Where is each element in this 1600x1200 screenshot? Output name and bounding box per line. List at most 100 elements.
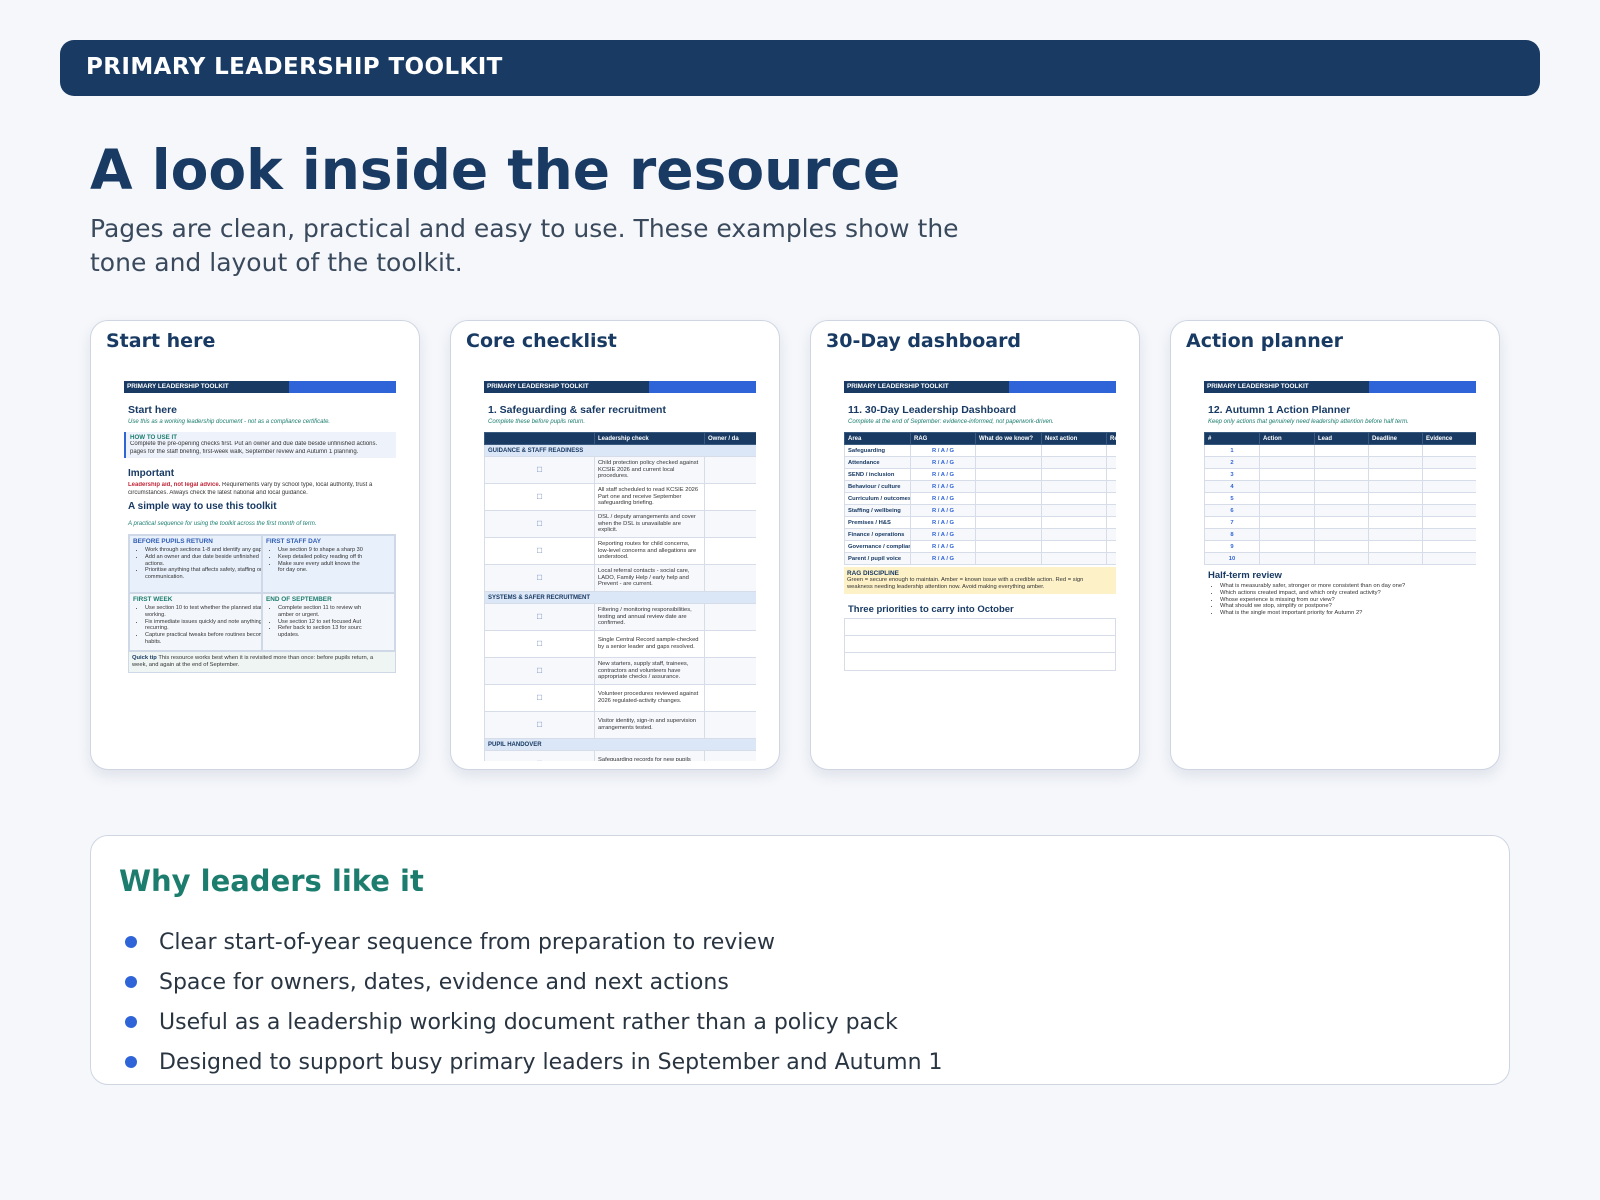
howto-box: HOW TO USE IT Complete the pre-opening c… [124,432,396,458]
planner-cell [1368,444,1423,457]
extra-cell [1106,540,1116,553]
preview-card-start-here[interactable]: Start here PRIMARY LEADERSHIP TOOLKIT St… [90,320,420,770]
block-title: FIRST WEEK [133,596,173,603]
rag-cell: R / A / G [910,528,976,541]
dashboard-table: Area RAG What do we know? Next action Re… [844,432,1116,565]
block-item: amber or urgent. [278,611,320,618]
priority-line [845,636,1115,653]
howto-line: pages for the staff briefing, first-week… [130,448,359,455]
next-action-cell [1041,468,1107,481]
benefit-item: Useful as a leadership working document … [125,1002,943,1042]
area-label: Staffing / wellbeing [844,504,911,517]
planner-cell [1259,456,1315,469]
doc-header-bar: PRIMARY LEADERSHIP TOOLKIT [844,381,1116,393]
planner-cell [1422,528,1476,541]
planner-cell [1368,516,1423,529]
review-item: Whose experience is missing from our vie… [1220,597,1476,604]
table-row: 2 [1204,456,1476,469]
doc-header-label: PRIMARY LEADERSHIP TOOLKIT [484,381,649,393]
area-label: SEND / inclusion [844,468,911,481]
block-item: Use section 10 to test whether the plann… [145,605,261,612]
doc-header-bar: PRIMARY LEADERSHIP TOOLKIT [1204,381,1476,393]
table-row: 7 [1204,516,1476,529]
planner-cell [1259,552,1315,565]
planner-cell [1422,480,1476,493]
block-title: FIRST STAFF DAY [266,538,322,545]
rag-cell: R / A / G [910,492,976,505]
bullet-dot-icon [125,936,137,948]
block-item: updates. [278,632,300,639]
doc-heading: 1. Safeguarding & safer recruitment [488,404,666,416]
owner-cell [704,603,756,631]
extra-cell [1106,456,1116,469]
row-number: 10 [1204,552,1260,565]
row-number: 6 [1204,504,1260,517]
table-row: 6 [1204,504,1476,517]
preview-card-dashboard[interactable]: 30-Day dashboard PRIMARY LEADERSHIP TOOL… [810,320,1140,770]
preview-card-core-checklist[interactable]: Core checklist PRIMARY LEADERSHIP TOOLKI… [450,320,780,770]
doc-subtitle: Use this as a working leadership documen… [128,419,331,425]
area-label: Parent / pupil voice [844,552,911,565]
extra-cell [1106,516,1116,529]
owner-cell [704,630,756,658]
table-row: ☐ Visitor identity, sign-in and supervisi… [484,711,756,739]
doc-heading: 11. 30-Day Leadership Dashboard [848,404,1017,416]
doc-header-label: PRIMARY LEADERSHIP TOOLKIT [124,381,289,393]
checkbox-icon: ☐ [484,657,595,685]
check-text: Single Central Record sample-checked by … [594,630,705,658]
planner-cell [1259,480,1315,493]
owner-cell [704,684,756,712]
benefit-item: Space for owners, dates, evidence and ne… [125,962,943,1002]
checklist-body: GUIDANCE & STAFF READINESS ☐ Child protect… [484,444,756,761]
important-text: Requirements vary by school type, local … [220,482,373,488]
page-title: A look inside the resource [90,138,901,202]
table-row: 10 [1204,552,1476,565]
area-label: Attendance [844,456,911,469]
column-header: What do we know? [975,432,1042,445]
checkbox-icon: ☐ [484,684,595,712]
priorities-title: Three priorities to carry into October [848,604,1014,615]
extra-cell [1106,504,1116,517]
page-intro: Pages are clean, practical and easy to u… [90,214,959,277]
row-number: 3 [1204,468,1260,481]
table-row: ☐ Single Central Record sample-checked by… [484,630,756,658]
bullet-dot-icon [125,1016,137,1028]
known-cell [975,516,1042,529]
known-cell [975,552,1042,565]
important-line: Leadership aid, not legal advice. Requir… [128,482,396,490]
table-row: 9 [1204,540,1476,553]
preview-card-action-planner[interactable]: Action planner PRIMARY LEADERSHIP TOOLKI… [1170,320,1500,770]
rag-cell: R / A / G [910,456,976,469]
benefit-list: Clear start-of-year sequence from prepar… [125,922,943,1082]
block-item: Make sure every adult knows the [278,561,391,568]
tip-text: This resource works best when it is revi… [156,655,374,661]
planner-cell [1259,516,1315,529]
column-header: Leadership check [594,432,705,445]
tip-text: week, and again at the end of September. [132,662,240,668]
rag-line: Green = secure enough to maintain. Amber… [847,577,1084,583]
card-title: Action planner [1186,330,1344,352]
planner-cell [1368,492,1423,505]
priorities-lines [844,618,1116,671]
doc-subtitle: Keep only actions that genuinely need le… [1208,419,1409,425]
doc-header-accent [1369,381,1476,393]
planner-cell [1314,552,1369,565]
table-row: SEND / inclusion R / A / G [844,468,1116,481]
benefit-item: Designed to support busy primary leaders… [125,1042,943,1082]
header-banner: PRIMARY LEADERSHIP TOOLKIT [60,40,1540,96]
planner-cell [1368,540,1423,553]
doc-header-label: PRIMARY LEADERSHIP TOOLKIT [844,381,1009,393]
page-thumbnail: PRIMARY LEADERSHIP TOOLKIT 12. Autumn 1 … [1204,381,1476,761]
planner-cell [1314,504,1369,517]
dashboard-body: Safeguarding R / A / G Attendance R / A / G… [844,444,1116,565]
table-row: ☐ All staff scheduled to read KCSIE 2026 … [484,483,756,511]
planner-cell [1314,492,1369,505]
planner-cell [1422,468,1476,481]
known-cell [975,528,1042,541]
planner-cell [1259,444,1315,457]
extra-cell [1106,468,1116,481]
banner-title: PRIMARY LEADERSHIP TOOLKIT [86,54,503,80]
rag-cell: R / A / G [910,444,976,457]
owner-cell [704,510,756,538]
owner-cell [704,537,756,565]
